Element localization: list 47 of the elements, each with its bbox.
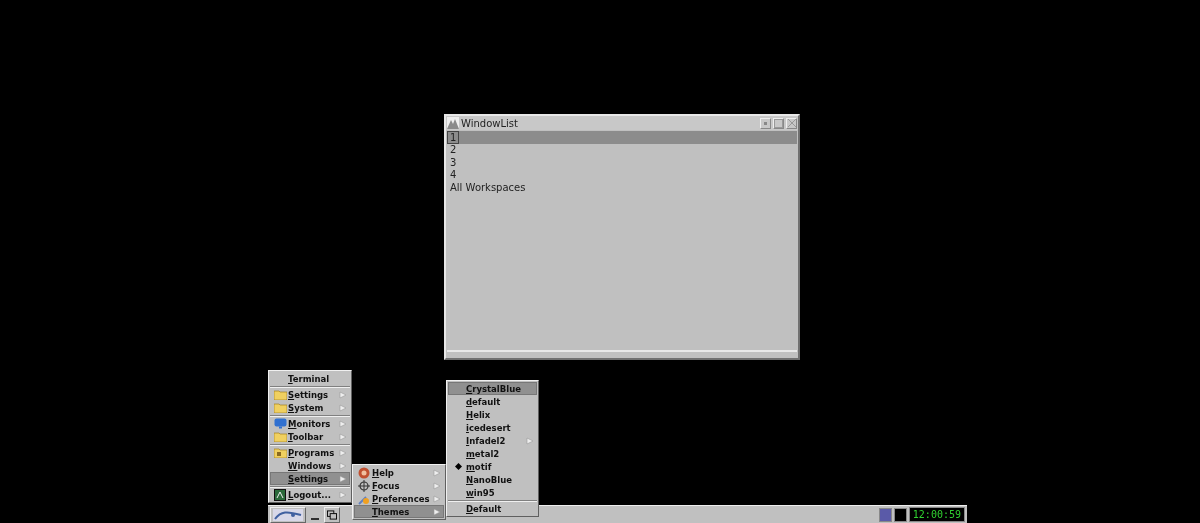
menu-item[interactable]: Settings — [270, 388, 350, 401]
menu-item[interactable]: win95 — [448, 486, 537, 499]
window-title: WindowList — [461, 117, 519, 129]
menu-item[interactable]: Monitors — [270, 417, 350, 430]
folder-icon — [273, 402, 287, 413]
folder-icon — [273, 447, 287, 458]
list-row[interactable]: All Workspaces — [447, 181, 797, 194]
minimize-all-icon — [311, 517, 319, 520]
menu-item[interactable]: Default — [448, 502, 537, 515]
menu-item[interactable]: motif — [448, 460, 537, 473]
close-button[interactable] — [786, 117, 797, 129]
windows-icon — [327, 509, 337, 520]
logo-icon — [273, 508, 303, 521]
menu-item[interactable]: Themes — [354, 505, 444, 518]
menu-item[interactable]: System — [270, 401, 350, 414]
minimize-button[interactable] — [760, 117, 771, 129]
menu-item[interactable]: Settings — [270, 472, 350, 485]
maximize-button[interactable] — [773, 117, 784, 129]
menu-item[interactable]: Programs — [270, 446, 350, 459]
menu-item[interactable]: Infadel2 — [448, 434, 537, 447]
list-row[interactable]: 3 — [447, 156, 797, 169]
window-list-button[interactable] — [324, 506, 340, 523]
menu-item[interactable]: Focus — [354, 479, 444, 492]
crosshair-icon — [358, 479, 370, 492]
monitor-icon — [273, 418, 287, 429]
menu-item[interactable]: CrystalBlue — [448, 382, 537, 395]
list-row[interactable]: 1 — [447, 131, 797, 144]
folder-icon — [273, 431, 287, 442]
menu-item[interactable]: Terminal — [270, 372, 350, 385]
list-row[interactable]: 2 — [447, 143, 797, 156]
workspace-button[interactable] — [893, 507, 907, 522]
menu-item[interactable]: icedesert — [448, 421, 537, 434]
menu-item[interactable]: Logout... — [270, 488, 350, 501]
menu-item[interactable]: Helix — [448, 408, 537, 421]
menu-item[interactable]: metal2 — [448, 447, 537, 460]
menu-item[interactable]: default — [448, 395, 537, 408]
clock: 12:00:59 — [908, 507, 965, 522]
start-button[interactable] — [270, 506, 306, 523]
menu-item[interactable]: Toolbar — [270, 430, 350, 443]
list-row[interactable]: 4 — [447, 168, 797, 181]
folder-icon — [273, 389, 287, 400]
menu-item[interactable]: NanoBlue — [448, 473, 537, 486]
lifebuoy-icon — [358, 466, 370, 479]
menu-item[interactable]: Windows — [270, 459, 350, 472]
menu-item[interactable]: Help — [354, 466, 444, 479]
menu-item[interactable]: Preferences — [354, 492, 444, 505]
app-icon — [447, 117, 459, 129]
